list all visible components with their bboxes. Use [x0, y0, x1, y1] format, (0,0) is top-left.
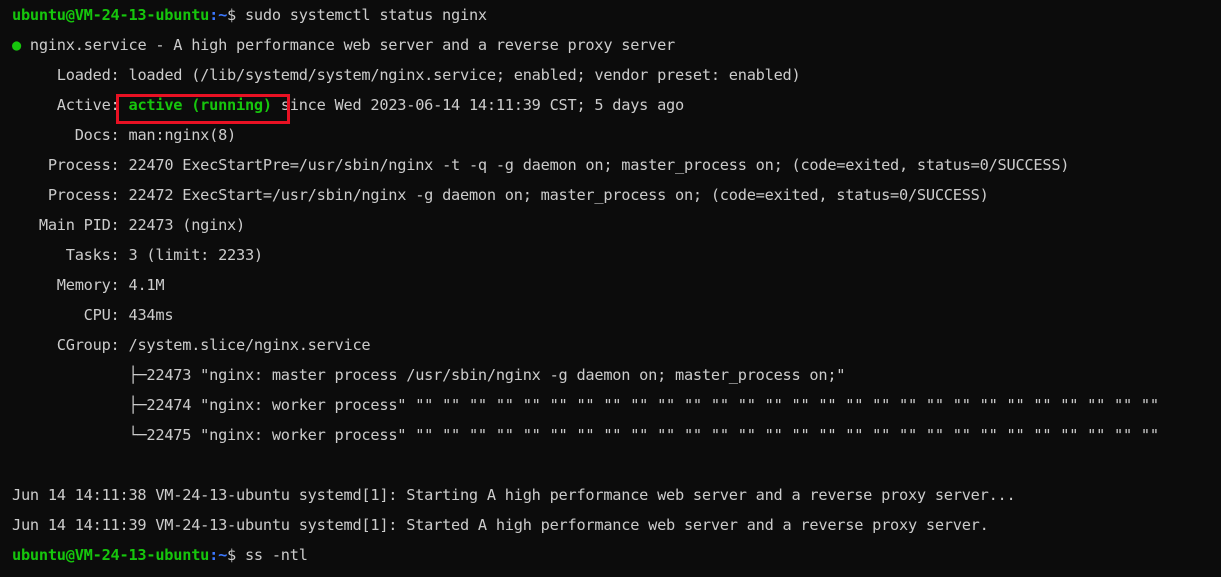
service-line: ● nginx.service - A high performance web…: [12, 30, 1221, 60]
active-line: Active: active (running) since Wed 2023-…: [12, 90, 1221, 120]
tree-branch-icon: ├─: [12, 366, 147, 384]
cgroup-child-2: ├─22474 "nginx: worker process" "" "" ""…: [12, 390, 1221, 420]
log-line-2: Jun 14 14:11:39 VM-24-13-ubuntu systemd[…: [12, 510, 1221, 540]
prompt-symbol: $: [227, 6, 245, 24]
cgroup-child-3: └─22475 "nginx: worker process" "" "" ""…: [12, 420, 1221, 450]
docs-line: Docs: man:nginx(8): [12, 120, 1221, 150]
loaded-key: Loaded:: [12, 66, 129, 84]
log-text-1: Jun 14 14:11:38 VM-24-13-ubuntu systemd[…: [12, 486, 1016, 504]
prompt-path: :~: [209, 6, 228, 24]
prompt-user-host: ubuntu@VM-24-13-ubuntu: [12, 6, 210, 24]
mainpid-value: 22473 (nginx): [128, 216, 245, 234]
process-line-1: Process: 22470 ExecStartPre=/usr/sbin/ng…: [12, 150, 1221, 180]
cgroup-child-text: 22474 "nginx: worker process" "" "" "" "…: [146, 396, 1159, 414]
cpu-key: CPU:: [12, 306, 129, 324]
prompt-line-1: ubuntu@VM-24-13-ubuntu:~$ sudo systemctl…: [12, 0, 1221, 30]
log-line-1: Jun 14 14:11:38 VM-24-13-ubuntu systemd[…: [12, 480, 1221, 510]
prompt-user-host: ubuntu@VM-24-13-ubuntu: [12, 546, 210, 564]
mainpid-key: Main PID:: [12, 216, 129, 234]
tasks-key: Tasks:: [12, 246, 129, 264]
tree-branch-icon: ├─: [12, 396, 147, 414]
cgroup-child-text: 22473 "nginx: master process /usr/sbin/n…: [146, 366, 846, 384]
status-dot-icon: ●: [12, 36, 21, 54]
tasks-value: 3 (limit: 2233): [128, 246, 263, 264]
loaded-value: loaded (/lib/systemd/system/nginx.servic…: [128, 66, 801, 84]
tree-end-icon: └─: [12, 426, 147, 444]
tasks-line: Tasks: 3 (limit: 2233): [12, 240, 1221, 270]
docs-key: Docs:: [12, 126, 129, 144]
cpu-value: 434ms: [128, 306, 174, 324]
active-since: since Wed 2023-06-14 14:11:39 CST; 5 day…: [271, 96, 684, 114]
prompt-path: :~: [209, 546, 228, 564]
mainpid-line: Main PID: 22473 (nginx): [12, 210, 1221, 240]
cgroup-child-1: ├─22473 "nginx: master process /usr/sbin…: [12, 360, 1221, 390]
service-description: nginx.service - A high performance web s…: [20, 36, 676, 54]
prompt-symbol: $: [227, 546, 245, 564]
prompt-line-2: ubuntu@VM-24-13-ubuntu:~$ ss -ntl: [12, 540, 1221, 570]
memory-value: 4.1M: [128, 276, 165, 294]
process-value-2: 22472 ExecStart=/usr/sbin/nginx -g daemo…: [128, 186, 989, 204]
active-key: Active:: [12, 96, 129, 114]
process-key-2: Process:: [12, 186, 129, 204]
cgroup-value: /system.slice/nginx.service: [128, 336, 371, 354]
process-key-1: Process:: [12, 156, 129, 174]
cgroup-key: CGroup:: [12, 336, 129, 354]
active-status: active (running): [128, 96, 272, 114]
docs-value: man:nginx(8): [128, 126, 236, 144]
cgroup-child-text: 22475 "nginx: worker process" "" "" "" "…: [146, 426, 1159, 444]
log-text-2: Jun 14 14:11:39 VM-24-13-ubuntu systemd[…: [12, 516, 989, 534]
loaded-line: Loaded: loaded (/lib/systemd/system/ngin…: [12, 60, 1221, 90]
command-text-2: ss -ntl: [244, 546, 308, 564]
terminal-window[interactable]: ubuntu@VM-24-13-ubuntu:~$ sudo systemctl…: [0, 0, 1221, 577]
process-line-2: Process: 22472 ExecStart=/usr/sbin/nginx…: [12, 180, 1221, 210]
cpu-line: CPU: 434ms: [12, 300, 1221, 330]
command-text-1: sudo systemctl status nginx: [244, 6, 487, 24]
cgroup-line: CGroup: /system.slice/nginx.service: [12, 330, 1221, 360]
process-value-1: 22470 ExecStartPre=/usr/sbin/nginx -t -q…: [128, 156, 1070, 174]
memory-key: Memory:: [12, 276, 129, 294]
memory-line: Memory: 4.1M: [12, 270, 1221, 300]
